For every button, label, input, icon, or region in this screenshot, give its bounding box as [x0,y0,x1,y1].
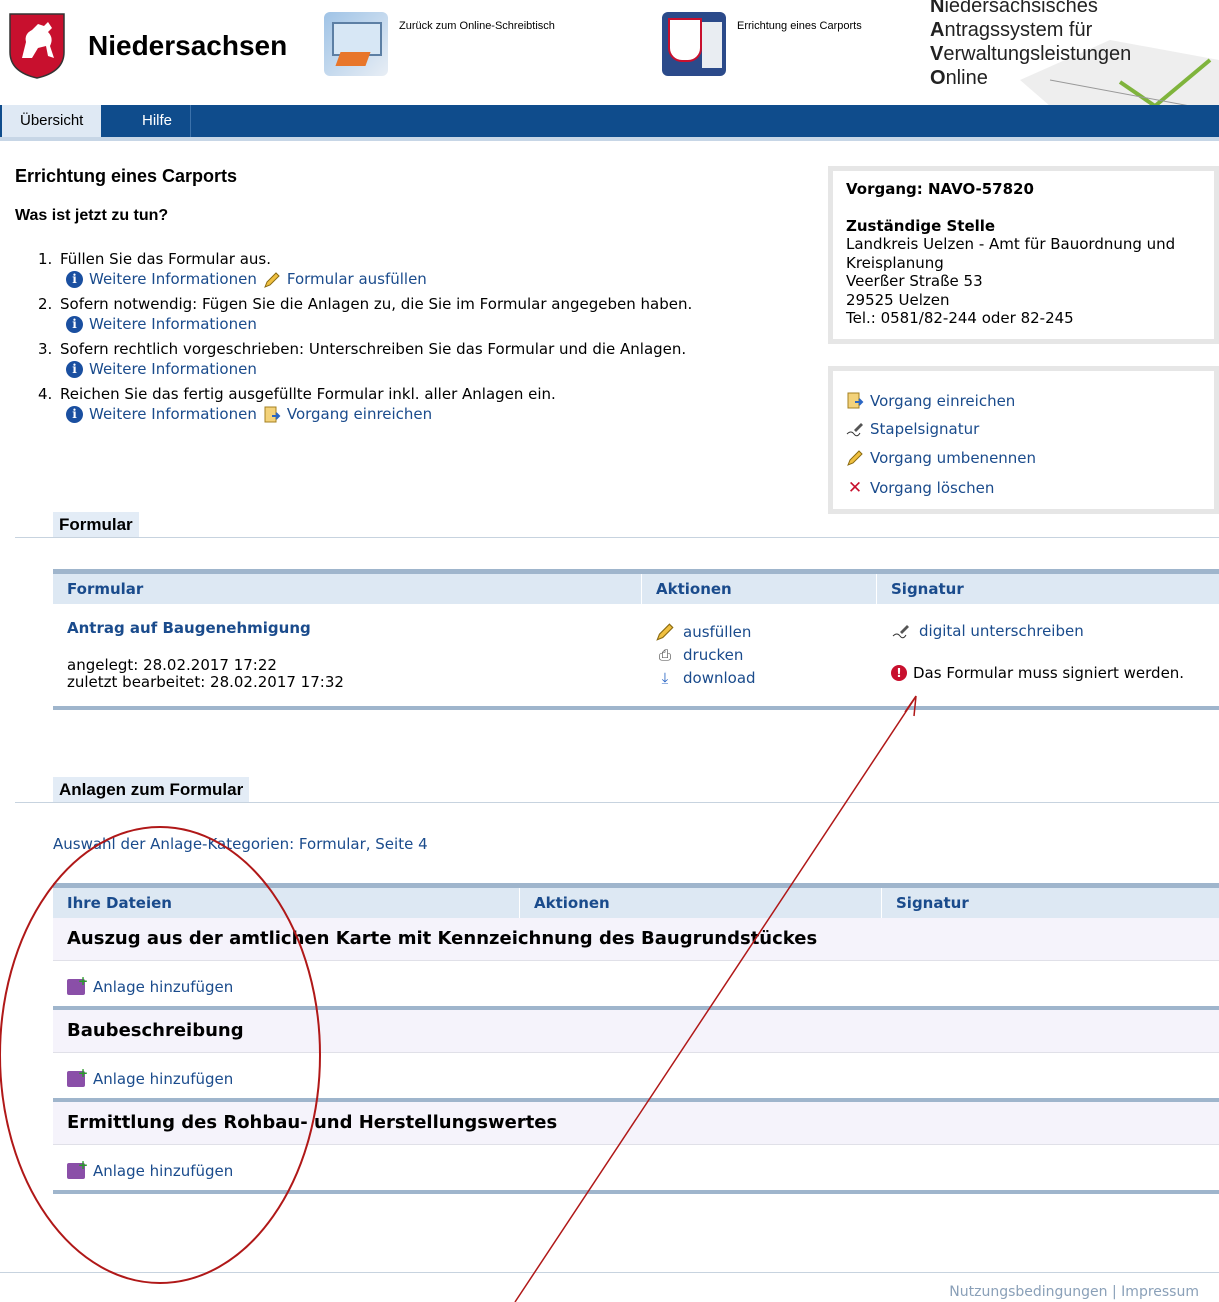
table-row: + Anlage hinzufügen [53,1053,1219,1102]
printer-icon: ⎙ [658,646,671,664]
form-table: Formular Aktionen Signatur Antrag auf Ba… [53,569,1219,710]
column-header: Signatur [891,580,964,598]
add-attachment-button[interactable]: + Anlage hinzufügen [67,1066,233,1088]
download-icon: ⤓ [661,669,669,687]
todo-steps-list: 1. Füllen Sie das Formular aus. i Weiter… [38,250,798,430]
delete-x-icon: ✕ [847,478,863,498]
more-info-link[interactable]: Weitere Informationen [89,314,257,335]
table-row: + Anlage hinzufügen [53,1145,1219,1194]
signature-pen-icon [892,625,909,639]
lower-saxony-crest-logo [9,13,65,79]
column-header: Signatur [896,894,969,912]
add-attachment-button[interactable]: + Anlage hinzufügen [67,1158,233,1180]
office-address-line: 29525 Uelzen [846,290,950,309]
attachment-group: Ermittlung des Rohbau- und Herstellungsw… [53,1102,1219,1145]
case-actions-box: Vorgang einreichen Stapelsignatur Vorgan… [828,366,1219,514]
attachment-group: Auszug aus der amtlichen Karte mit Kennz… [53,918,1219,961]
rename-case-action[interactable]: Vorgang umbenennen [846,449,1036,467]
process-coat-of-arms-icon[interactable] [662,12,726,76]
case-id: Vorgang: NAVO-57820 [846,180,1034,198]
navo-title: Niedersächsisches Antragssystem für Verw… [930,0,1132,89]
column-header: Aktionen [656,580,732,598]
info-icon[interactable]: i [66,361,83,378]
column-header: Formular [67,580,144,598]
section-divider [15,802,1219,803]
form-name-link[interactable]: Antrag auf Baugenehmigung [67,619,311,637]
list-item: 1. Füllen Sie das Formular aus. i Weiter… [38,250,427,290]
info-icon[interactable]: i [66,406,83,423]
office-heading: Zuständige Stelle [846,216,996,235]
pencil-icon[interactable] [263,271,281,289]
office-phone: Tel.: 0581/82-244 oder 82-245 [846,309,1074,327]
download-action[interactable]: ⤓ download [655,669,756,687]
imprint-link[interactable]: Impressum [1121,1284,1199,1300]
table-header: Formular Aktionen Signatur [53,574,1219,604]
table-header: Ihre Dateien Aktionen Signatur [53,888,1219,918]
add-attachment-icon: + [67,1158,88,1179]
signature-warning: ! Das Formular muss signiert werden. [891,664,1184,682]
case-info-box: Vorgang: NAVO-57820 Zuständige Stelle La… [828,166,1219,344]
process-title-link[interactable]: Errichtung eines Carports [737,20,862,32]
brand-name: Niedersachsen [88,30,288,61]
more-info-link[interactable]: Weitere Informationen [89,404,257,425]
form-created-date: angelegt: 28.02.2017 17:22 [67,656,277,674]
table-row: Antrag auf Baugenehmigung angelegt: 28.0… [53,604,1219,702]
attachment-category-link[interactable]: Auswahl der Anlage-Kategorien: Formular,… [53,835,428,853]
terms-of-use-link[interactable]: Nutzungsbedingungen [949,1284,1107,1300]
submit-folder-icon[interactable] [263,406,281,424]
tab-help[interactable]: Hilfe [124,105,192,137]
tab-overview[interactable]: Übersicht [2,105,102,137]
section-divider [15,537,1219,538]
form-edited-date: zuletzt bearbeitet: 28.02.2017 17:32 [67,673,344,691]
back-to-desk-link[interactable]: Zurück zum Online-Schreibtisch [399,20,555,32]
submit-case-action[interactable]: Vorgang einreichen [846,392,1015,410]
submit-folder-icon [847,392,864,409]
fill-form-link[interactable]: Formular ausfüllen [287,269,427,290]
delete-case-action[interactable]: ✕ Vorgang löschen [846,478,994,498]
add-attachment-icon: + [67,1066,88,1087]
add-attachment-icon: + [67,974,88,995]
batch-signature-action[interactable]: Stapelsignatur [846,420,979,438]
column-header: Aktionen [534,894,610,912]
office-address-line: Kreisplanung [846,253,944,272]
office-address-line: Landkreis Uelzen - Amt für Bauordnung un… [846,235,1176,253]
footer-divider [0,1272,1219,1273]
main-navigation: Übersicht Hilfe [0,105,1219,141]
info-icon[interactable]: i [66,271,83,288]
list-item: 2. Sofern notwendig: Fügen Sie die Anlag… [38,295,693,335]
page-title: Errichtung eines Carports [15,166,238,186]
submit-case-link[interactable]: Vorgang einreichen [287,404,432,425]
error-icon: ! [891,665,907,681]
attachment-group: Baubeschreibung [53,1010,1219,1053]
more-info-link[interactable]: Weitere Informationen [89,359,257,380]
column-header: Ihre Dateien [67,894,172,912]
page-subtitle: Was ist jetzt zu tun? [15,207,169,224]
attachments-section-title: Anlagen zum Formular [53,777,250,803]
pencil-icon [847,450,863,466]
table-row: + Anlage hinzufügen [53,961,1219,1010]
more-info-link[interactable]: Weitere Informationen [89,269,257,290]
attachments-table: Ihre Dateien Aktionen Signatur Auszug au… [53,883,1219,1194]
form-section-title: Formular [53,512,139,538]
digital-sign-action[interactable]: digital unterschreiben [891,622,1084,640]
pencil-icon [656,623,674,641]
info-icon[interactable]: i [66,316,83,333]
print-action[interactable]: ⎙ drucken [655,646,743,664]
back-to-desk-icon[interactable] [324,12,388,76]
footer-links: Nutzungsbedingungen | Impressum [949,1284,1199,1300]
add-attachment-button[interactable]: + Anlage hinzufügen [67,974,233,996]
list-item: 4. Reichen Sie das fertig ausgefüllte Fo… [38,385,556,425]
signature-pen-icon [846,423,863,437]
list-item: 3. Sofern rechtlich vorgeschrieben: Unte… [38,340,687,380]
fill-action[interactable]: ausfüllen [655,622,751,642]
office-address-line: Veerßer Straße 53 [846,272,983,290]
